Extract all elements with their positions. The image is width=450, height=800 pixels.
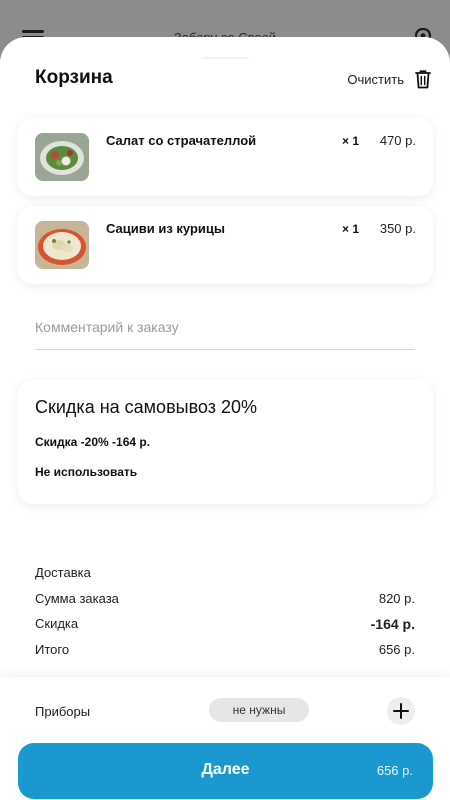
cutlery-label: Приборы xyxy=(35,704,91,719)
order-summary: Доставка Сумма заказа 820 р. Скидка -164… xyxy=(35,565,415,667)
item-name: Сациви из курицы xyxy=(106,221,226,236)
item-quantity: × 1 xyxy=(341,222,359,236)
order-sum-label: Сумма заказа xyxy=(35,590,119,606)
item-price: 470 р. xyxy=(379,133,416,148)
item-price: 350 р. xyxy=(379,221,416,236)
summary-row-discount: Скидка -164 р. xyxy=(35,616,415,642)
discount-label: Скидка xyxy=(35,616,79,631)
plus-icon xyxy=(393,703,409,719)
item-quantity: × 1 xyxy=(341,134,359,148)
total-value: 656 р. xyxy=(378,641,415,657)
satsivi-dish-icon xyxy=(35,221,89,269)
next-button-label: Далее xyxy=(201,761,250,778)
cart-item[interactable]: Сациви из курицы × 1 350 р. xyxy=(18,206,433,284)
order-sum-value: 820 р. xyxy=(378,590,415,606)
promo-dismiss-link[interactable]: Не использовать xyxy=(35,465,137,479)
discount-value: -164 р. xyxy=(370,616,415,632)
pickup-discount-card: Скидка на самовывоз 20% Скидка -20% -164… xyxy=(18,380,433,504)
order-comment-input[interactable] xyxy=(35,305,415,350)
cart-item[interactable]: Салат со страчателлой × 1 470 р. xyxy=(18,118,433,196)
cutlery-status-pill[interactable]: не нужны xyxy=(209,698,309,722)
clear-cart-label: Очистить xyxy=(347,71,404,87)
cart-sheet: Салат со страчателлой × 1 470 р. Сациви … xyxy=(0,37,450,800)
cart-header: Корзина Очистить xyxy=(0,59,450,104)
checkout-bar: Приборы не нужны Далее 656 р. xyxy=(0,677,450,800)
total-label: Итого xyxy=(35,641,70,657)
summary-row-order-sum: Сумма заказа 820 р. xyxy=(35,591,415,617)
checkout-total: 656 р. xyxy=(376,763,413,778)
summary-row-total: Итого 656 р. xyxy=(35,642,415,668)
promo-discount-detail: Скидка -20% -164 р. xyxy=(35,435,151,449)
cart-content: Салат со страчателлой × 1 470 р. Сациви … xyxy=(0,37,450,800)
summary-row-delivery: Доставка xyxy=(35,565,415,591)
next-button[interactable]: Далее 656 р. xyxy=(18,743,433,799)
delivery-label: Доставка xyxy=(35,565,91,580)
add-cutlery-button[interactable] xyxy=(387,697,415,725)
trash-icon xyxy=(415,70,431,89)
promo-title: Скидка на самовывоз 20% xyxy=(35,397,258,417)
clear-cart-button[interactable]: Очистить xyxy=(347,65,432,93)
salad-dish-icon xyxy=(35,133,89,181)
item-name: Салат со страчателлой xyxy=(106,133,257,148)
page-title: Корзина xyxy=(35,67,113,88)
